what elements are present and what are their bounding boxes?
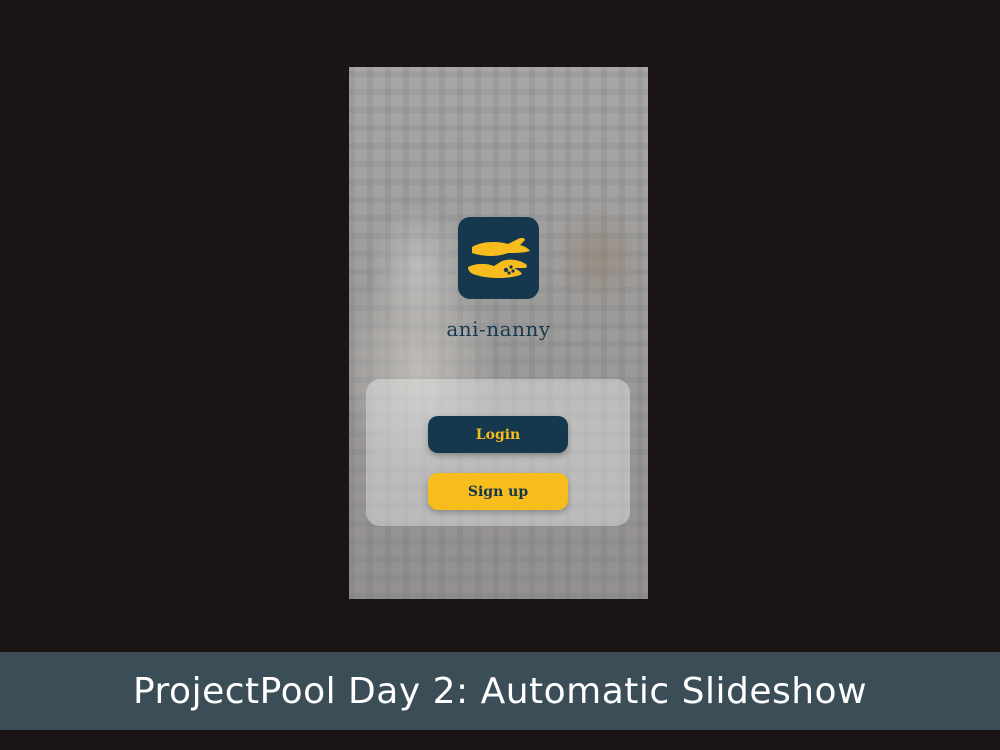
auth-card: Login Sign up [366, 379, 630, 526]
login-button[interactable]: Login [428, 416, 568, 453]
signup-button[interactable]: Sign up [428, 473, 568, 510]
app-logo-icon [458, 217, 539, 299]
app-name: ani-nanny [446, 317, 551, 341]
title-banner: ProjectPool Day 2: Automatic Slideshow [0, 652, 1000, 730]
banner-title: ProjectPool Day 2: Automatic Slideshow [132, 670, 868, 712]
phone-screen: ani-nanny Login Sign up [349, 67, 648, 599]
